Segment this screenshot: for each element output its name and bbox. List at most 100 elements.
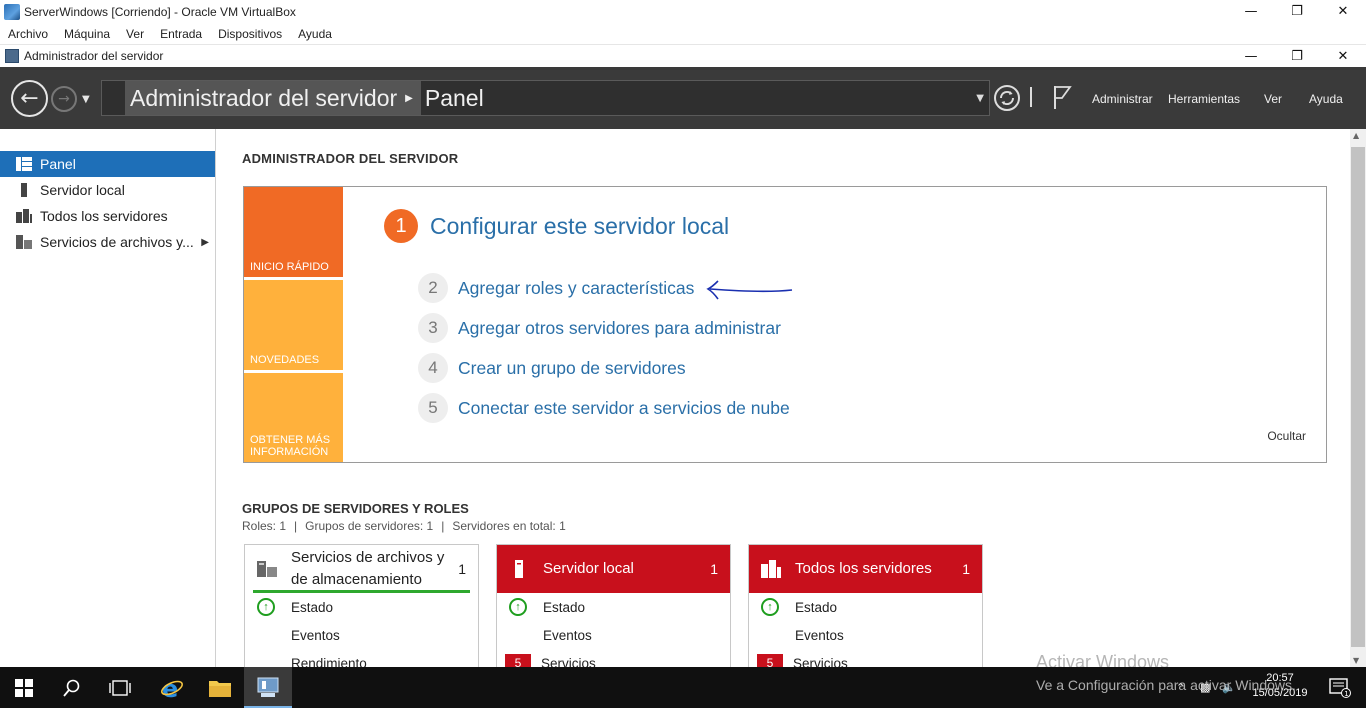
- menu-administrar[interactable]: Administrar: [1092, 92, 1153, 106]
- vbox-restore-button[interactable]: ❐: [1274, 0, 1320, 23]
- server-groups-count: Grupos de servidores: 1: [305, 519, 434, 533]
- servers-icon: [761, 560, 781, 578]
- breadcrumb-chevron-icon: ▶: [401, 81, 421, 115]
- step-link[interactable]: Crear un grupo de servidores: [458, 358, 686, 379]
- task-view-icon: [109, 679, 131, 696]
- back-button[interactable]: ←: [11, 80, 48, 117]
- tile-row-estado[interactable]: ↑ Estado: [497, 593, 730, 621]
- vbox-minimize-button[interactable]: —: [1228, 0, 1274, 23]
- sidebar-item-label: Servicios de archivos y...: [40, 234, 194, 250]
- menu-ver[interactable]: Ver: [126, 27, 144, 41]
- tile-servicios-archivos[interactable]: Servicios de archivos y de almacenamiento…: [244, 544, 479, 667]
- scrollbar-thumb[interactable]: [1351, 147, 1365, 647]
- menu-ver-sm[interactable]: Ver: [1264, 92, 1282, 106]
- tab-novedades[interactable]: NOVEDADES: [244, 280, 343, 370]
- tile-title: Servidor local: [543, 560, 634, 577]
- sm-close-button[interactable]: ✕: [1320, 45, 1366, 68]
- menu-ayuda-sm[interactable]: Ayuda: [1309, 92, 1343, 106]
- step-number-badge: 2: [418, 273, 448, 303]
- tile-row-rendimiento[interactable]: Rendimiento: [245, 649, 478, 668]
- tile-row-eventos[interactable]: Eventos: [245, 621, 478, 649]
- task-view-button[interactable]: [96, 667, 144, 708]
- step-crear-grupo[interactable]: 4 Crear un grupo de servidores: [418, 353, 686, 383]
- menu-ayuda[interactable]: Ayuda: [298, 27, 332, 41]
- server-manager-titlebar: Administrador del servidor — ❐ ✕: [0, 44, 1366, 67]
- tile-count: 1: [962, 561, 970, 577]
- scroll-down-icon[interactable]: ▼: [1353, 656, 1359, 665]
- servers-icon: [16, 209, 32, 223]
- step-agregar-servidores[interactable]: 3 Agregar otros servidores para administ…: [418, 313, 781, 343]
- chevron-right-icon[interactable]: ▶: [201, 237, 209, 248]
- scroll-up-icon[interactable]: ▲: [1353, 131, 1359, 140]
- menu-herramientas[interactable]: Herramientas: [1168, 92, 1240, 106]
- sidebar-item-label: Panel: [40, 156, 76, 172]
- server-icon: [21, 183, 27, 197]
- groups-title: GRUPOS DE SERVIDORES Y ROLES: [242, 501, 469, 516]
- tab-inicio-rapido[interactable]: INICIO RÁPIDO: [244, 187, 343, 277]
- history-dropdown-button[interactable]: ▼: [82, 94, 90, 105]
- forward-button[interactable]: →: [51, 86, 77, 112]
- tile-count: 1: [710, 561, 718, 577]
- vertical-scrollbar[interactable]: ▲ ▼: [1350, 129, 1366, 667]
- sidebar-item-label: Servidor local: [40, 182, 125, 198]
- step-number-badge: 1: [384, 209, 418, 243]
- tile-row-eventos[interactable]: Eventos: [497, 621, 730, 649]
- search-button[interactable]: [48, 667, 96, 708]
- action-center-button[interactable]: 1: [1316, 667, 1364, 708]
- tile-title: Todos los servidores: [795, 560, 932, 577]
- roles-count: Roles: 1: [242, 519, 287, 533]
- menu-maquina[interactable]: Máquina: [64, 27, 110, 41]
- tab-obtener-info[interactable]: OBTENER MÁS INFORMACIÓN: [244, 373, 343, 462]
- search-icon: [63, 679, 80, 697]
- sidebar-item-servidor-local[interactable]: Servidor local: [0, 177, 215, 203]
- alert-count-badge: 5: [505, 654, 531, 667]
- start-button[interactable]: [0, 667, 48, 708]
- internet-explorer-button[interactable]: e: [148, 667, 196, 708]
- vbox-close-button[interactable]: ✕: [1320, 0, 1366, 23]
- tile-row-servicios[interactable]: 5 Servicios: [749, 649, 982, 667]
- step-link[interactable]: Agregar otros servidores para administra…: [458, 318, 781, 339]
- breadcrumb-root[interactable]: Administrador del servidor: [126, 81, 402, 115]
- sidebar-item-label: Todos los servidores: [40, 208, 168, 224]
- svg-text:1: 1: [1344, 690, 1348, 698]
- servers-total-count: Servidores en total: 1: [452, 519, 566, 533]
- groups-subtitle: Roles: 1 | Grupos de servidores: 1 | Servido…: [242, 519, 566, 533]
- sm-minimize-button[interactable]: —: [1228, 45, 1274, 68]
- step-agregar-roles[interactable]: 2 Agregar roles y características: [418, 273, 694, 303]
- breadcrumb-dropdown-icon[interactable]: ▼: [976, 93, 984, 104]
- tile-row-servicios[interactable]: 5 Servicios: [497, 649, 730, 667]
- step-configure-local[interactable]: 1 Configurar este servidor local: [384, 209, 729, 243]
- server-icon: [515, 560, 523, 578]
- tile-row-estado[interactable]: ↑ Estado: [245, 593, 478, 621]
- menu-archivo[interactable]: Archivo: [8, 27, 48, 41]
- step-number-badge: 5: [418, 393, 448, 423]
- activation-watermark-text: Ve a Configuración para activar Windows.: [1036, 677, 1296, 693]
- step-link[interactable]: Configurar este servidor local: [430, 213, 729, 240]
- tile-row-eventos[interactable]: Eventos: [749, 621, 982, 649]
- main-content: ADMINISTRADOR DEL SERVIDOR INICIO RÁPIDO…: [217, 129, 1350, 667]
- menu-dispositivos[interactable]: Dispositivos: [218, 27, 282, 41]
- tile-row-estado[interactable]: ↑ Estado: [749, 593, 982, 621]
- folder-icon: [209, 680, 231, 697]
- file-explorer-button[interactable]: [196, 667, 244, 708]
- notifications-flag-icon[interactable]: [1052, 84, 1072, 110]
- hide-link[interactable]: Ocultar: [1267, 429, 1306, 443]
- sm-restore-button[interactable]: ❐: [1274, 45, 1320, 68]
- tile-todos-servidores[interactable]: Todos los servidores 1 ↑ Estado Eventos 5…: [748, 544, 983, 667]
- breadcrumb-current: Panel: [424, 84, 484, 111]
- status-ok-icon: ↑: [761, 598, 779, 616]
- step-link[interactable]: Agregar roles y características: [458, 278, 694, 299]
- step-link[interactable]: Conectar este servidor a servicios de nu…: [458, 398, 790, 419]
- tile-header[interactable]: Servicios de archivos y de almacenamiento…: [245, 545, 478, 593]
- sidebar-item-panel[interactable]: Panel: [0, 151, 215, 177]
- sidebar-item-servicios-archivos[interactable]: Servicios de archivos y... ▶: [0, 229, 215, 255]
- sidebar-item-todos-servidores[interactable]: Todos los servidores: [0, 203, 215, 229]
- server-manager-taskbar-button[interactable]: [244, 667, 292, 708]
- step-conectar-nube[interactable]: 5 Conectar este servidor a servicios de …: [418, 393, 790, 423]
- refresh-icon[interactable]: [993, 84, 1021, 112]
- breadcrumb: Administrador del servidor ▶ Panel ▼: [101, 80, 990, 116]
- tile-servidor-local[interactable]: Servidor local 1 ↑ Estado Eventos 5 Servic…: [496, 544, 731, 667]
- menu-entrada[interactable]: Entrada: [160, 27, 202, 41]
- tile-header[interactable]: Todos los servidores 1: [749, 545, 982, 593]
- tile-header[interactable]: Servidor local 1: [497, 545, 730, 593]
